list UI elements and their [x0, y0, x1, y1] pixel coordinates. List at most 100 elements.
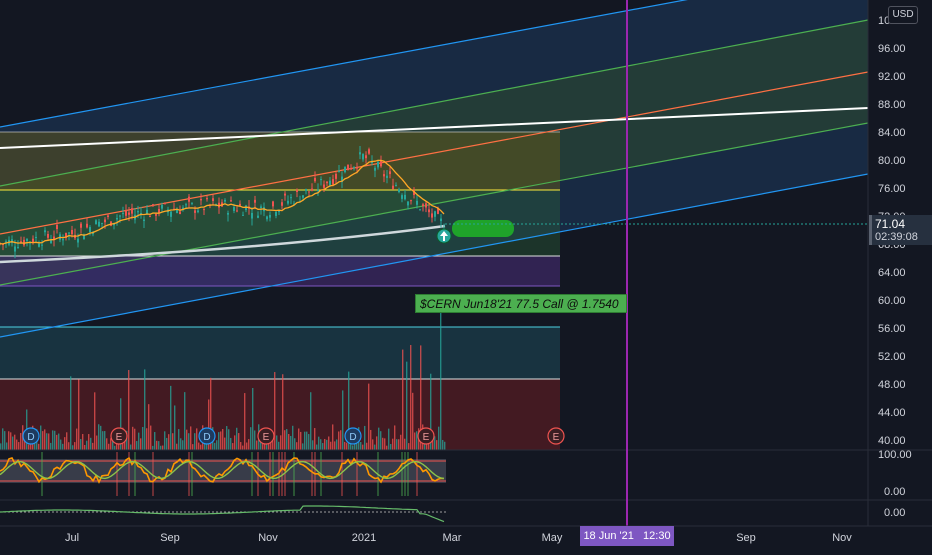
- volume-bar: [200, 444, 202, 450]
- volume-bar: [246, 442, 248, 450]
- volume-bar: [332, 424, 334, 450]
- lower-axis-tick: 0.00: [884, 507, 905, 519]
- volume-bar: [20, 432, 22, 450]
- candle-body: [242, 214, 244, 216]
- volume-bar: [130, 444, 132, 450]
- candle-body: [365, 155, 367, 159]
- candle-body: [311, 188, 313, 191]
- candle-body: [41, 244, 43, 246]
- price-axis-tick: 60.00: [878, 295, 906, 307]
- volume-bar: [214, 442, 216, 450]
- candle-body: [281, 202, 283, 206]
- volume-bar: [438, 426, 440, 450]
- price-axis-tick: 92.00: [878, 71, 906, 83]
- volume-bar: [2, 428, 4, 450]
- volume-bar: [382, 437, 384, 450]
- volume-bar: [312, 440, 314, 450]
- volume-bar: [304, 431, 306, 450]
- candle-body: [302, 195, 304, 198]
- candle-body: [197, 210, 199, 213]
- volume-bar: [218, 432, 220, 450]
- crosshair-date: 18 Jun '21: [583, 530, 634, 542]
- candle-body: [425, 203, 427, 208]
- volume-bar: [224, 437, 226, 450]
- volume-bar: [94, 392, 96, 450]
- volume-bar: [166, 437, 168, 450]
- volume-bar: [156, 440, 158, 450]
- crosshair-time: 12:30: [643, 530, 671, 542]
- volume-bar: [220, 431, 222, 450]
- volume-bar: [330, 441, 332, 450]
- candle-body: [419, 209, 421, 211]
- price-axis-tick: 76.00: [878, 183, 906, 195]
- volume-bar: [384, 438, 386, 450]
- volume-bar: [400, 434, 402, 450]
- target-zone: [452, 220, 514, 237]
- candle-body: [101, 222, 103, 224]
- candle-body: [125, 210, 127, 216]
- volume-bar: [60, 439, 62, 450]
- candle-body: [296, 189, 298, 192]
- currency-button[interactable]: USD: [888, 6, 918, 24]
- price-axis-tick: 88.00: [878, 99, 906, 111]
- volume-bar: [340, 430, 342, 450]
- crosshair-date-label: 18 Jun '21 12:30: [580, 526, 674, 546]
- volume-bar: [336, 439, 338, 450]
- candle-body: [353, 166, 355, 168]
- volume-bar: [296, 442, 298, 450]
- candle-body: [50, 240, 52, 244]
- volume-bar: [170, 385, 172, 450]
- volume-bar: [238, 433, 240, 450]
- candle-body: [416, 200, 418, 205]
- candle-body: [122, 213, 124, 215]
- candle-body: [395, 184, 397, 186]
- volume-bar: [294, 438, 296, 450]
- candle-body: [284, 193, 286, 196]
- volume-bar: [14, 434, 16, 450]
- volume-bar: [394, 425, 396, 450]
- volume-bar: [234, 435, 236, 450]
- volume-bar: [186, 429, 188, 450]
- candle-body: [251, 212, 253, 219]
- volume-bar: [102, 431, 104, 450]
- candle-body: [362, 154, 364, 160]
- time-axis[interactable]: Jul Sep Nov 2021 Mar May Sep Nov: [65, 532, 852, 544]
- candle-body: [356, 167, 358, 169]
- price-chart[interactable]: D E D E D E E 100.00 96.00 92.00 88.00 84.00 80.00 7…: [0, 0, 932, 550]
- volume-bar: [378, 427, 380, 450]
- volume-bar: [108, 443, 110, 450]
- candle-body: [290, 197, 292, 199]
- volume-bar: [412, 392, 414, 450]
- volume-bar: [376, 436, 378, 450]
- volume-bar: [416, 431, 418, 450]
- volume-bar: [178, 429, 180, 450]
- volume-bar: [0, 443, 2, 450]
- volume-bar: [12, 436, 14, 450]
- zone-teal: [0, 327, 560, 379]
- candle-body: [35, 236, 37, 239]
- volume-bar: [288, 433, 290, 450]
- volume-bar: [182, 440, 184, 450]
- trade-annotation[interactable]: $CERN Jun18'21 77.5 Call @ 1.7540: [415, 294, 627, 313]
- candle-body: [164, 202, 166, 204]
- volume-bar: [308, 434, 310, 450]
- candle-body: [392, 185, 394, 189]
- volume-bar: [18, 442, 20, 450]
- volume-bar: [392, 438, 394, 450]
- volume-bar: [106, 438, 108, 450]
- volume-bar: [92, 442, 94, 450]
- volume-bar: [74, 442, 76, 450]
- volume-bar: [128, 370, 130, 450]
- volume-bar: [310, 392, 312, 450]
- chart-area[interactable]: D E D E D E E 100.00 96.00 92.00 88.00 84.00 80.00 7…: [0, 0, 932, 550]
- candle-body: [143, 219, 145, 222]
- volume-bar: [64, 437, 66, 450]
- candle-body: [185, 204, 187, 206]
- candle-body: [404, 194, 406, 200]
- volume-bar: [334, 441, 336, 450]
- volume-bar: [148, 404, 150, 450]
- candle-body: [206, 198, 208, 200]
- oscillator-axis-tick: 0.00: [884, 486, 905, 498]
- candle-body: [20, 241, 22, 243]
- volume-bar: [368, 383, 370, 450]
